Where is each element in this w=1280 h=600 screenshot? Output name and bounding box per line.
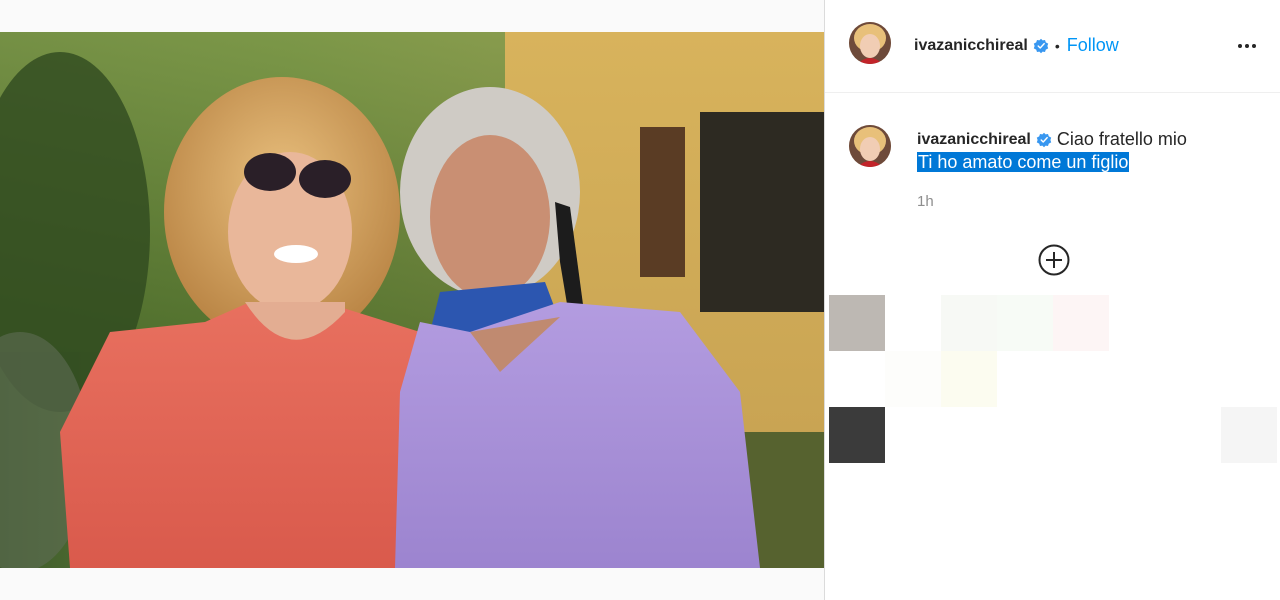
caption-line-1: Ciao fratello mio	[1056, 129, 1187, 149]
post-header: ivazanicchireal • Follow	[825, 0, 1280, 93]
header-user-info: ivazanicchireal • Follow	[914, 35, 1119, 56]
thumbnail[interactable]	[829, 295, 885, 351]
thumbnail[interactable]	[997, 295, 1053, 351]
separator-dot: •	[1054, 37, 1060, 54]
caption-text: ivazanicchireal Ciao fratello mio Ti ho …	[917, 128, 1257, 174]
thumbnail[interactable]	[941, 295, 997, 351]
avatar[interactable]	[849, 22, 891, 64]
thumbnail[interactable]	[1053, 295, 1109, 351]
thumbnail[interactable]	[885, 351, 941, 407]
caption-line-2: Ti ho amato come un figlio	[917, 152, 1130, 172]
avatar[interactable]	[849, 125, 891, 167]
thumbnail[interactable]	[941, 351, 997, 407]
username-link[interactable]: ivazanicchireal	[914, 37, 1028, 55]
photo-panel	[0, 0, 824, 600]
follow-button[interactable]: Follow	[1067, 35, 1119, 56]
post-timestamp[interactable]: 1h	[917, 193, 934, 210]
suggested-thumbnails	[829, 295, 1277, 463]
thumbnail[interactable]	[829, 407, 885, 463]
verified-badge-icon	[1036, 132, 1052, 147]
more-horizontal-icon[interactable]	[1235, 34, 1259, 58]
verified-badge-icon	[1033, 38, 1049, 53]
post-sidebar: ivazanicchireal • Follow ivazanicchireal…	[824, 0, 1280, 600]
post-photo[interactable]	[0, 32, 824, 568]
plus-circle-icon[interactable]	[1037, 243, 1071, 277]
caption-username-link[interactable]: ivazanicchireal	[917, 128, 1031, 151]
instagram-post-view: ivazanicchireal • Follow ivazanicchireal…	[0, 0, 1280, 600]
thumbnail[interactable]	[1221, 407, 1277, 463]
